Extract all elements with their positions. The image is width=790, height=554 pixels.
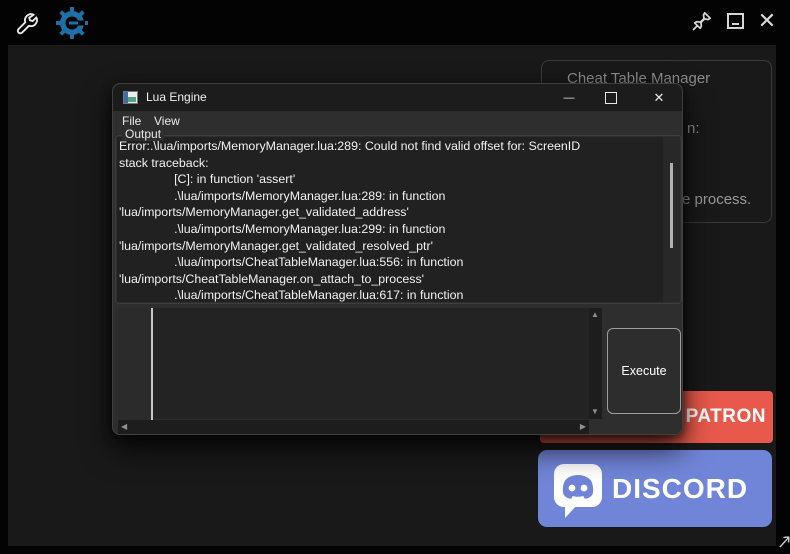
output-label: Output bbox=[122, 127, 164, 141]
app-close-button[interactable]: ✕ bbox=[752, 6, 782, 36]
window-titlebar[interactable]: Lua Engine — ✕ bbox=[113, 84, 682, 111]
app-titlebar[interactable]: ✕ bbox=[0, 0, 790, 45]
output-scroll-thumb[interactable] bbox=[670, 163, 673, 248]
close-icon: ✕ bbox=[758, 8, 776, 34]
input-hscrollbar[interactable]: ◀ ▶ bbox=[118, 420, 589, 434]
app-window: ✕ Cheat Table Manager n: e process. PATR… bbox=[0, 0, 790, 554]
scroll-down-icon[interactable]: ▼ bbox=[591, 408, 599, 416]
restore-icon bbox=[727, 13, 744, 29]
mouse-cursor bbox=[778, 533, 790, 549]
output-console[interactable]: Error:.\lua/imports/MemoryManager.lua:28… bbox=[117, 137, 664, 302]
pin-icon bbox=[690, 9, 714, 33]
cheat-engine-logo bbox=[55, 6, 89, 40]
main-area: Cheat Table Manager n: e process. PATRON… bbox=[8, 45, 776, 546]
maximize-icon bbox=[605, 92, 617, 104]
patron-label: PATRON bbox=[686, 406, 766, 428]
maximize-button[interactable] bbox=[591, 84, 631, 111]
execute-label: Execute bbox=[621, 364, 666, 378]
menubar: File View bbox=[113, 111, 682, 130]
restore-button[interactable] bbox=[720, 6, 750, 36]
discord-icon bbox=[551, 458, 605, 520]
minimize-icon: — bbox=[564, 92, 575, 104]
execute-button[interactable]: Execute bbox=[607, 328, 681, 414]
output-scrollbar[interactable] bbox=[663, 137, 680, 302]
lua-engine-window: Lua Engine — ✕ File View Output Error:.\… bbox=[112, 83, 683, 435]
lua-engine-window-icon bbox=[123, 91, 138, 104]
discord-label: DISCORD bbox=[612, 473, 748, 505]
wrench-icon[interactable] bbox=[15, 7, 43, 37]
script-gutter bbox=[118, 308, 151, 420]
panel-text-fragment: n: bbox=[687, 120, 700, 137]
minimize-button[interactable]: — bbox=[549, 84, 589, 111]
window-title: Lua Engine bbox=[146, 90, 207, 104]
input-vscrollbar[interactable]: ▲ ▼ bbox=[589, 308, 602, 419]
output-group: Error:.\lua/imports/MemoryManager.lua:28… bbox=[115, 135, 682, 304]
panel-text-fragment: e process. bbox=[682, 191, 751, 208]
lua-script-input[interactable] bbox=[153, 308, 589, 419]
scroll-right-icon[interactable]: ▶ bbox=[580, 423, 586, 431]
close-icon: ✕ bbox=[654, 90, 665, 106]
scroll-left-icon[interactable]: ◀ bbox=[121, 423, 127, 431]
discord-button[interactable]: DISCORD bbox=[538, 450, 772, 527]
pin-button[interactable] bbox=[687, 6, 717, 36]
window-close-button[interactable]: ✕ bbox=[639, 84, 679, 111]
scroll-up-icon[interactable]: ▲ bbox=[591, 311, 599, 319]
